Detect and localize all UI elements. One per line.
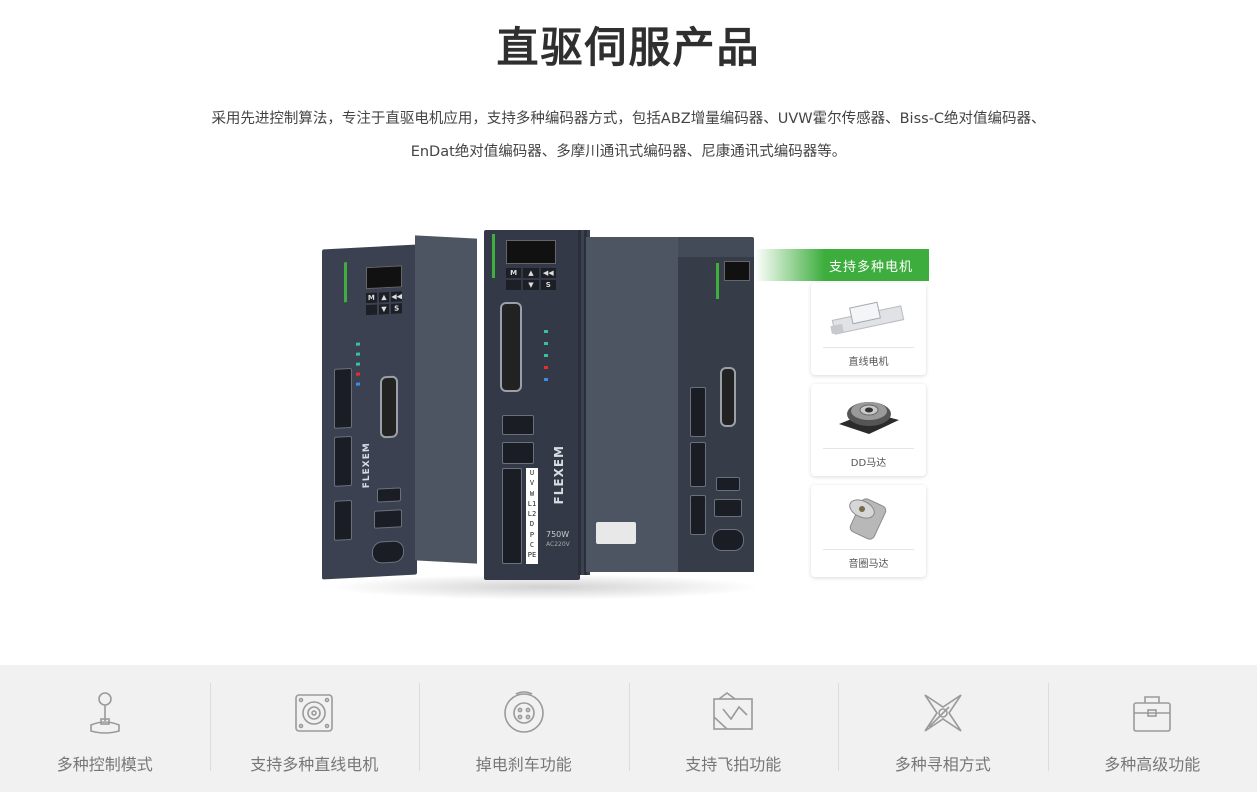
feature-label: 多种控制模式 bbox=[56, 755, 153, 774]
description-line-1: 采用先进控制算法，专注于直驱电机应用，支持多种编码器方式，包括ABZ增量编码器、… bbox=[211, 111, 1046, 127]
dd-motor-image bbox=[821, 390, 916, 444]
servo-drive-left: M ▲ ◀◀ ▼ S FLEXEM bbox=[322, 235, 477, 580]
voice-coil-motor-image bbox=[821, 491, 916, 545]
joystick-icon bbox=[81, 689, 129, 737]
servo-drive-center: M ▲ ◀◀ ▼ S FLEXEM UVW L1 L2 D P C PE 750W AC220… bbox=[484, 230, 590, 580]
flying-shot-icon bbox=[709, 689, 757, 737]
feature-item[interactable]: 支持飞拍功能 bbox=[628, 665, 839, 792]
toolbox-icon bbox=[1128, 689, 1176, 737]
feature-item[interactable]: 多种控制模式 bbox=[0, 665, 210, 792]
motor-card-linear[interactable]: 直线电机 bbox=[811, 283, 926, 375]
motor-card-label: DD马达 bbox=[850, 458, 887, 469]
product-description: 采用先进控制算法，专注于直驱电机应用，支持多种编码器方式，包括ABZ增量编码器、… bbox=[120, 103, 1137, 169]
feature-label: 多种高级功能 bbox=[1104, 755, 1201, 774]
compass-icon bbox=[919, 689, 967, 737]
motor-card-voice-coil[interactable]: 音圈马达 bbox=[811, 485, 926, 577]
support-badge: 支持多种电机 bbox=[755, 249, 929, 281]
motor-flange-icon bbox=[290, 689, 338, 737]
brand-logo: FLEXEM bbox=[552, 445, 566, 505]
support-badge-label: 支持多种电机 bbox=[828, 260, 913, 275]
feature-item[interactable]: 多种高级功能 bbox=[1047, 665, 1257, 792]
servo-drive-right bbox=[586, 237, 754, 572]
brand-logo: FLEXEM bbox=[362, 441, 372, 489]
feature-item[interactable]: 掉电刹车功能 bbox=[419, 665, 629, 792]
brake-icon bbox=[500, 689, 548, 737]
feature-label: 支持飞拍功能 bbox=[685, 755, 782, 774]
feature-label: 掉电刹车功能 bbox=[475, 755, 572, 774]
motor-card-label: 直线电机 bbox=[848, 357, 889, 368]
terminal-block: UVW L1 L2 D P C PE bbox=[526, 468, 538, 564]
linear-motor-image bbox=[821, 289, 916, 343]
feature-item[interactable]: 多种寻相方式 bbox=[838, 665, 1048, 792]
product-image: M ▲ ◀◀ ▼ S FLEXEM M ▲ ◀◀ ▼ S FLEXEM U V … bbox=[318, 205, 763, 600]
feature-item[interactable]: 支持多种直线电机 bbox=[209, 665, 420, 792]
motor-card-dd[interactable]: DD马达 bbox=[811, 384, 926, 476]
motor-card-label: 音圈马达 bbox=[848, 559, 889, 570]
description-line-2: EnDat绝对值编码器、多摩川通讯式编码器、尼康通讯式编码器等。 bbox=[410, 144, 847, 160]
feature-label: 支持多种直线电机 bbox=[250, 755, 379, 774]
feature-strip: 多种控制模式 支持多种直线电机 掉电刹车功能 支持飞拍功能 多种寻相方式 多种高… bbox=[0, 665, 1257, 792]
feature-label: 多种寻相方式 bbox=[894, 755, 991, 774]
page-title: 直驱伺服产品 bbox=[496, 23, 761, 72]
